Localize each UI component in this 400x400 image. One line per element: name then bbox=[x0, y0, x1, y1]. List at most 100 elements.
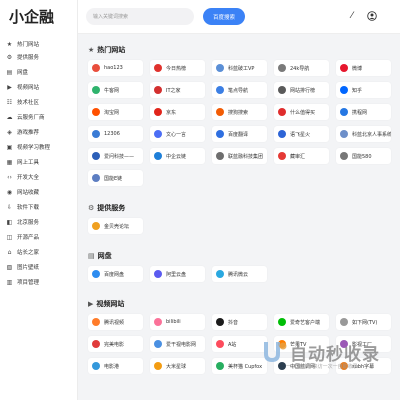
sidebar-item[interactable]: ◉ 网站收藏 bbox=[6, 186, 39, 198]
site-favicon-icon bbox=[216, 318, 224, 326]
site-link-tile[interactable]: 爱干视电影网 bbox=[150, 336, 205, 352]
site-link-label: 搜狗搜索 bbox=[228, 109, 249, 116]
site-favicon-icon bbox=[92, 318, 100, 326]
sidebar-item-label: 开源产品 bbox=[17, 235, 40, 241]
site-link-label: 微博 bbox=[352, 65, 363, 72]
site-favicon-icon bbox=[340, 64, 348, 72]
site-link-tile[interactable]: 国能580 bbox=[336, 148, 391, 164]
sidebar-item[interactable]: ▤ 网盘 bbox=[6, 66, 28, 78]
site-favicon-icon bbox=[216, 152, 224, 160]
site-link-tile[interactable]: 大米星球 bbox=[150, 358, 205, 374]
site-link-tile[interactable]: 联蓝融科技集团 bbox=[212, 148, 267, 164]
sidebar-item[interactable]: ⚙ 提供服务 bbox=[6, 51, 39, 63]
site-link-label: IT之家 bbox=[166, 87, 181, 94]
sidebar-item-label: 北京服务 bbox=[17, 220, 40, 226]
site-link-label: 金贝壳论坛 bbox=[104, 223, 130, 230]
site-link-tile[interactable]: 美杯猫 Cupfox bbox=[212, 358, 267, 374]
sidebar-item-label: 站长之家 bbox=[17, 250, 40, 256]
site-favicon-icon bbox=[154, 318, 162, 326]
image-icon: ▧ bbox=[6, 263, 13, 271]
site-link-tile[interactable]: 今日热榜 bbox=[150, 60, 205, 76]
site-link-tile[interactable]: 什么值得买 bbox=[274, 104, 329, 120]
site-link-tile[interactable]: 抖音 bbox=[212, 314, 267, 330]
sidebar-item[interactable]: ⌂ 站长之家 bbox=[6, 246, 39, 258]
site-link-tile[interactable]: 淘宝网 bbox=[88, 104, 143, 120]
site-link-tile[interactable]: 24k导航 bbox=[274, 60, 329, 76]
site-link-label: 京东 bbox=[166, 109, 177, 116]
user-icon[interactable] bbox=[366, 10, 378, 22]
sidebar-item[interactable]: ◧ 北京服务 bbox=[6, 216, 39, 228]
site-link-tile[interactable]: 科蓝北京人事系统 bbox=[336, 126, 391, 142]
site-favicon-icon bbox=[340, 108, 348, 116]
section-title-label: 提供服务 bbox=[97, 204, 126, 212]
sidebar-item[interactable]: ☷ 技术社区 bbox=[6, 96, 39, 108]
site-link-tile[interactable]: IT之家 bbox=[150, 82, 205, 98]
site-link-tile[interactable]: 牛客网 bbox=[88, 82, 143, 98]
site-link-label: 如下网(TV) bbox=[352, 319, 378, 326]
package-icon: ◫ bbox=[6, 233, 13, 241]
sidebar-item[interactable]: ☁ 云服务厂商 bbox=[6, 111, 45, 123]
site-link-tile[interactable]: 金贝壳论坛 bbox=[88, 218, 143, 234]
site-link-tile[interactable]: 搜狗搜索 bbox=[212, 104, 267, 120]
site-favicon-icon bbox=[92, 130, 100, 138]
site-link-tile[interactable]: 电影港 bbox=[88, 358, 143, 374]
site-link-tile[interactable]: 微博 bbox=[336, 60, 391, 76]
site-link-tile[interactable]: bilibili bbox=[150, 314, 205, 330]
site-link-tile[interactable]: 腾讯微云 bbox=[212, 266, 267, 282]
site-link-tile[interactable]: 语飞星火 bbox=[274, 126, 329, 142]
site-link-tile[interactable]: 藏审汇 bbox=[274, 148, 329, 164]
site-link-tile[interactable]: 爱问科技—— bbox=[88, 148, 143, 164]
magic-wand-icon[interactable]: ⁄ bbox=[346, 10, 358, 22]
site-logo[interactable]: 小企融 bbox=[9, 6, 54, 27]
site-favicon-icon bbox=[216, 130, 224, 138]
search-button[interactable]: 百度搜索 bbox=[203, 8, 245, 25]
site-favicon-icon bbox=[154, 86, 162, 94]
section-title: ▶ 视频网站 bbox=[88, 298, 124, 310]
site-link-label: 百度网盘 bbox=[104, 271, 125, 278]
site-link-tile[interactable]: 网站排行榜 bbox=[274, 82, 329, 98]
site-favicon-icon bbox=[278, 108, 286, 116]
tool-icon: ▦ bbox=[6, 158, 13, 166]
site-favicon-icon bbox=[278, 318, 286, 326]
site-favicon-icon bbox=[154, 152, 162, 160]
sidebar-item[interactable]: ⇩ 软件下载 bbox=[6, 201, 39, 213]
site-link-tile[interactable]: hao123 bbox=[88, 60, 143, 76]
section-title-label: 视频网站 bbox=[96, 300, 125, 308]
cloud-icon: ☁ bbox=[6, 113, 13, 121]
sidebar-item[interactable]: ◈ 游戏推荐 bbox=[6, 126, 39, 138]
site-link-tile[interactable]: 阿里云盘 bbox=[150, 266, 205, 282]
site-link-tile[interactable]: 百度网盘 bbox=[88, 266, 143, 282]
sidebar-item[interactable]: ▶ 视频网站 bbox=[6, 81, 39, 93]
search-input[interactable]: 输入关键词搜索 bbox=[86, 8, 194, 25]
sidebar-item[interactable]: ▧ 图片壁纸 bbox=[6, 261, 39, 273]
site-link-tile[interactable]: 知乎 bbox=[336, 82, 391, 98]
site-link-tile[interactable]: 科蓝破工VP bbox=[212, 60, 267, 76]
site-link-tile[interactable]: 完美电影 bbox=[88, 336, 143, 352]
site-link-tile[interactable]: A站 bbox=[212, 336, 267, 352]
sidebar-item[interactable]: ▣ 视频学习教程 bbox=[6, 141, 50, 153]
site-link-label: 12306 bbox=[104, 131, 120, 137]
site-link-tile[interactable]: 12306 bbox=[88, 126, 143, 142]
header: 输入关键词搜索 百度搜索 ⁄ bbox=[78, 0, 400, 34]
sidebar-item[interactable]: ▦ 网上工具 bbox=[6, 156, 39, 168]
sidebar-item[interactable]: ▥ 项目管理 bbox=[6, 276, 39, 288]
sidebar-item[interactable]: ★ 热门网站 bbox=[6, 38, 39, 50]
site-link-tile[interactable]: 文心一言 bbox=[150, 126, 205, 142]
site-link-tile[interactable]: 笔点导航 bbox=[212, 82, 267, 98]
site-link-tile[interactable]: 如下网(TV) bbox=[336, 314, 391, 330]
site-link-tile[interactable]: 京东 bbox=[150, 104, 205, 120]
site-link-label: 什么值得买 bbox=[290, 109, 316, 116]
sidebar-item[interactable]: ‹› 开发大全 bbox=[6, 171, 39, 183]
sidebar-item[interactable]: ◫ 开源产品 bbox=[6, 231, 39, 243]
site-link-tile[interactable]: 携程网 bbox=[336, 104, 391, 120]
site-link-tile[interactable]: 爱奇艺客户端 bbox=[274, 314, 329, 330]
bookmark-icon: ◉ bbox=[6, 188, 13, 196]
site-link-label: 腾讯微云 bbox=[228, 271, 249, 278]
site-link-tile[interactable]: 腾讯视频 bbox=[88, 314, 143, 330]
site-link-label: 百度翻译 bbox=[228, 131, 249, 138]
site-favicon-icon bbox=[92, 108, 100, 116]
site-link-tile[interactable]: 中企云链 bbox=[150, 148, 205, 164]
service-icon: ◧ bbox=[6, 218, 13, 226]
site-link-tile[interactable]: 百度翻译 bbox=[212, 126, 267, 142]
site-link-tile[interactable]: 国能E链 bbox=[88, 170, 143, 186]
